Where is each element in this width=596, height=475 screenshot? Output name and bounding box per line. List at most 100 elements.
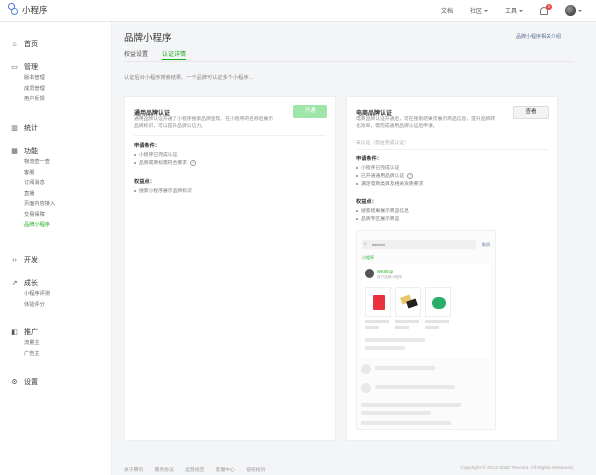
sidebar-item-promote[interactable]: ◧ 推广 <box>0 326 112 338</box>
list-item: 品牌或商标需符合要求? <box>134 159 196 166</box>
bell-icon: 2 <box>540 3 552 15</box>
account-menu[interactable] <box>565 5 582 16</box>
bullet-icon <box>356 182 358 185</box>
sidebar-subitem-live[interactable]: 直播 <box>0 189 112 200</box>
placeholder-line <box>425 326 439 329</box>
function-icon: ▦ <box>11 147 18 155</box>
sidebar-subitem-feedback[interactable]: 用户反馈 <box>0 94 112 105</box>
folder-icon: ▭ <box>11 63 18 71</box>
placeholder-line <box>395 320 419 323</box>
tab-rights-settings[interactable]: 权益设置 <box>124 49 148 61</box>
bullet-icon <box>356 166 358 169</box>
sidebar-group-function: ▦ 功能 物流查一查 客服 订阅消息 直播 页面内容接入 交易保障 品牌小程序 <box>0 145 112 231</box>
list-item: 小程序已完成认证 <box>134 151 177 158</box>
help-icon[interactable]: ? <box>189 159 196 166</box>
sidebar-item-manage[interactable]: ▭ 管理 <box>0 61 112 73</box>
placeholder-line <box>361 403 461 407</box>
bullet-icon <box>134 189 136 192</box>
sidebar-subitem-service[interactable]: 客服 <box>0 168 112 179</box>
chevron-down-icon <box>578 9 582 12</box>
footer-link-help[interactable]: 客服中心 <box>216 468 235 473</box>
bullet-icon <box>356 209 358 212</box>
top-nav-community-label: 社区 <box>469 9 482 15</box>
sidebar-group-home: ⌂ 首页 <box>0 38 112 50</box>
placeholder-line <box>365 346 405 350</box>
sidebar-subitem-review[interactable]: 小程序评测 <box>0 289 112 300</box>
wechat-icon <box>432 297 446 309</box>
preview-product-red-envelope <box>365 287 391 317</box>
footer: 关于腾讯 服务协议 运营规范 客服中心 侵权投诉 Copyright © 201… <box>124 466 574 473</box>
list-item: 满足电商类目及相关资质要求 <box>356 180 423 187</box>
divider <box>356 149 548 150</box>
sidebar: ⌂ 首页 ▭ 管理 版本管理 成员管理 用户反馈 ▥ 统计 ▦ 功能 物流查一查 客服 … <box>0 22 112 475</box>
sidebar-subitem-brand[interactable]: 品牌小程序 <box>0 220 112 231</box>
footer-link-complaint[interactable]: 侵权投诉 <box>246 468 265 473</box>
settings-icon: ⚙ <box>11 378 18 386</box>
sidebar-item-home[interactable]: ⌂ 首页 <box>0 38 112 50</box>
notification-button[interactable]: 2 <box>540 3 552 15</box>
tab-auth-details[interactable]: 认证详情 <box>162 49 187 61</box>
growth-icon: ↗ <box>11 279 18 287</box>
list-item: 搜索小程序展示品牌标识 <box>134 187 192 194</box>
list-item-text: 小程序已完成认证 <box>139 153 178 158</box>
placeholder-line <box>361 411 431 415</box>
sidebar-group-dev: ‹› 开发 <box>0 254 112 266</box>
top-nav-community[interactable]: 社区 <box>470 6 488 15</box>
list-item-text: 满足电商类目及相关资质要求 <box>361 182 424 187</box>
preview-account-name: WeShop <box>377 269 393 274</box>
top-nav-tools[interactable]: 工具 <box>505 6 523 15</box>
sidebar-item-label: 成长 <box>24 280 38 287</box>
promote-icon: ◧ <box>11 328 18 336</box>
bullet-icon <box>356 217 358 220</box>
bullet-icon <box>356 174 358 177</box>
page-title: 品牌小程序 <box>124 33 172 44</box>
apply-heading: 申请条件： <box>134 143 160 149</box>
sidebar-item-label: 设置 <box>24 379 38 386</box>
general-brand-card: 通用品牌认证 通用品牌认证开通了小程序搜索品牌呈现、在小程序的名称后展示品牌标识… <box>124 96 336 441</box>
sidebar-item-label: 推广 <box>24 329 38 336</box>
footer-link-about[interactable]: 关于腾讯 <box>124 468 143 473</box>
list-item: 小程序已完成认证 <box>356 164 399 171</box>
app-logo[interactable]: 小程序 <box>8 3 48 16</box>
sidebar-item-label: 管理 <box>24 64 38 71</box>
sidebar-subitem-logistics[interactable]: 物流查一查 <box>0 157 112 168</box>
sidebar-subitem-members[interactable]: 成员管理 <box>0 84 112 95</box>
sidebar-item-growth[interactable]: ↗ 成长 <box>0 277 112 289</box>
preview-tab: 小程序 <box>362 255 374 260</box>
sidebar-subitem-guarantee[interactable]: 交易保障 <box>0 210 112 221</box>
brand-intro-link[interactable]: 品牌小程序相关介绍 <box>516 33 561 40</box>
sidebar-subitem-content[interactable]: 页面内容接入 <box>0 199 112 210</box>
sidebar-item-dev[interactable]: ‹› 开发 <box>0 254 112 266</box>
placeholder-line <box>365 338 425 342</box>
gift-card-icon <box>406 298 418 309</box>
top-nav-docs[interactable]: 文档 <box>441 6 453 15</box>
footer-link-terms[interactable]: 服务协议 <box>155 468 174 473</box>
preview-search-text: wechat <box>372 242 385 247</box>
avatar <box>565 5 576 16</box>
sidebar-subitem-advertiser[interactable]: 广告主 <box>0 349 112 360</box>
footer-link-rules[interactable]: 运营规范 <box>185 468 204 473</box>
placeholder-line <box>395 326 409 329</box>
rights-heading: 权益点： <box>134 179 155 185</box>
preview-result-card: WeShop 官方品牌小程序 <box>361 264 491 358</box>
code-icon: ‹› <box>12 256 17 264</box>
help-icon[interactable]: ? <box>407 172 414 179</box>
sidebar-group-promote: ◧ 推广 流量主 广告主 <box>0 326 112 359</box>
sidebar-item-function[interactable]: ▦ 功能 <box>0 145 112 157</box>
list-item-text: 搜索小程序展示品牌标识 <box>139 189 192 194</box>
sidebar-subitem-publisher[interactable]: 流量主 <box>0 338 112 349</box>
mini-program-logo-icon <box>8 3 18 16</box>
activate-button[interactable]: 开通 <box>293 105 327 118</box>
sidebar-subitem-version[interactable]: 版本管理 <box>0 73 112 84</box>
sidebar-subitem-subscribe[interactable]: 订阅消息 <box>0 178 112 189</box>
chevron-down-icon <box>519 9 523 12</box>
placeholder-line <box>375 385 455 389</box>
bullet-icon <box>134 161 136 164</box>
sidebar-item-stats[interactable]: ▥ 统计 <box>0 122 112 134</box>
sidebar-group-manage: ▭ 管理 版本管理 成员管理 用户反馈 <box>0 61 112 105</box>
list-item: 品牌专区展示商品 <box>356 215 399 222</box>
sidebar-item-settings[interactable]: ⚙ 设置 <box>0 376 112 388</box>
sidebar-subitem-score[interactable]: 体验评分 <box>0 300 112 311</box>
view-button[interactable]: 查看 <box>513 106 549 119</box>
page-header: 品牌小程序 品牌小程序相关介绍 <box>124 30 574 44</box>
